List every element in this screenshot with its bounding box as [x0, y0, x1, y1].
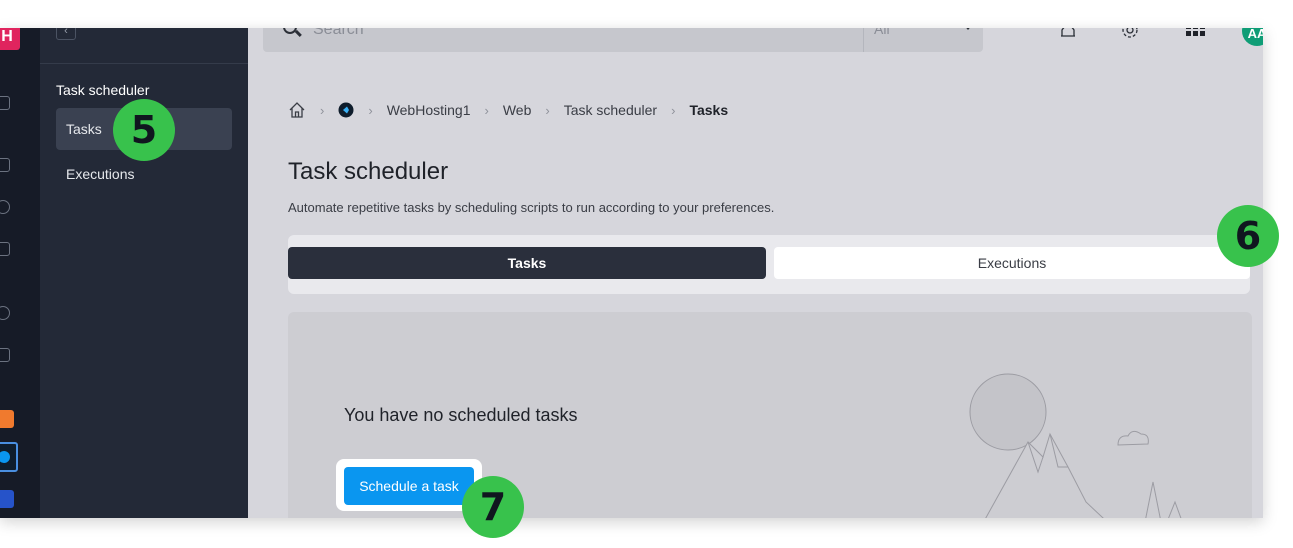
- sidebar-section-title: Task scheduler: [56, 82, 150, 98]
- caret-down-icon: [963, 28, 973, 30]
- user-rail-icon[interactable]: [0, 200, 10, 214]
- breadcrumb-current: Tasks: [689, 102, 729, 118]
- web-hosting-app-icon[interactable]: [0, 442, 18, 472]
- home-icon[interactable]: [288, 101, 306, 119]
- breadcrumb-separator-icon: ›: [545, 102, 550, 118]
- breadcrumb-link-web[interactable]: Web: [503, 102, 532, 118]
- gear-icon[interactable]: [1120, 28, 1140, 42]
- top-bar: Search All AA: [248, 28, 1263, 54]
- page-title: Task scheduler: [288, 158, 449, 185]
- tab-bar: Tasks Executions: [288, 235, 1250, 294]
- breadcrumb-separator-icon: ›: [320, 102, 325, 118]
- apps-grid-icon[interactable]: [1185, 28, 1205, 42]
- empty-state-message: You have no scheduled tasks: [344, 405, 578, 425]
- search-input[interactable]: Search: [313, 28, 364, 39]
- bell-icon[interactable]: [1058, 28, 1078, 42]
- sidebar-divider: [40, 63, 248, 64]
- tab-tasks[interactable]: Tasks: [288, 247, 766, 279]
- avatar[interactable]: AA: [1242, 28, 1263, 46]
- page-subtitle: Automate repetitive tasks by scheduling …: [288, 200, 775, 215]
- search-divider: [863, 28, 864, 52]
- schedule-task-button[interactable]: Schedule a task: [344, 467, 474, 505]
- schedule-button-highlight: Schedule a task: [336, 459, 482, 511]
- breadcrumb-separator-icon: ›: [671, 102, 676, 118]
- icon-rail: H: [0, 28, 40, 518]
- calendar-rail-icon[interactable]: [0, 242, 10, 256]
- search-bar[interactable]: Search All: [263, 28, 983, 52]
- hosting-logo-icon: [0, 451, 10, 463]
- settings-rail-icon[interactable]: [0, 348, 10, 362]
- app-window: H ‹ Task scheduler Tasks Executions Sear…: [0, 28, 1263, 518]
- cube-app-icon[interactable]: [0, 490, 14, 508]
- collapse-sidebar-button[interactable]: ‹: [56, 28, 76, 40]
- home-rail-icon[interactable]: [0, 96, 10, 110]
- server-rail-icon[interactable]: [0, 158, 10, 172]
- app-shortcut-icon[interactable]: [0, 410, 14, 428]
- step-callout-6: 6: [1217, 205, 1279, 267]
- tab-executions[interactable]: Executions: [774, 247, 1250, 279]
- search-icon: [283, 28, 297, 34]
- main-content: › › WebHosting1 › Web › Task scheduler ›…: [248, 54, 1263, 518]
- empty-state-card: You have no scheduled tasks Schedule a t…: [288, 312, 1252, 518]
- breadcrumb-link-webhosting[interactable]: WebHosting1: [387, 102, 471, 118]
- breadcrumb-separator-icon: ›: [484, 102, 489, 118]
- hosting-logo-icon[interactable]: [338, 102, 354, 118]
- search-scope-select[interactable]: All: [874, 28, 890, 37]
- step-callout-7: 7: [462, 476, 524, 538]
- breadcrumb-separator-icon: ›: [368, 102, 373, 118]
- breadcrumb: › › WebHosting1 › Web › Task scheduler ›…: [288, 100, 728, 120]
- mountain-illustration: [969, 373, 1182, 518]
- breadcrumb-link-task-scheduler[interactable]: Task scheduler: [564, 102, 657, 118]
- support-rail-icon[interactable]: [0, 306, 10, 320]
- brand-logo[interactable]: H: [0, 28, 20, 50]
- step-callout-5: 5: [113, 99, 175, 161]
